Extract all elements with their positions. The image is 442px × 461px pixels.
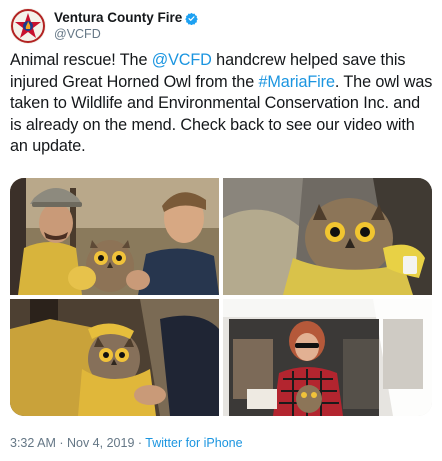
tweet-text-segment: Animal rescue! The <box>10 51 152 69</box>
photo-owl-held[interactable] <box>10 299 219 416</box>
display-name[interactable]: Ventura County Fire <box>54 10 182 26</box>
fire-department-logo-icon <box>10 8 46 44</box>
separator: · <box>134 436 146 450</box>
tweet-date[interactable]: Nov 4, 2019 <box>67 436 134 450</box>
avatar[interactable] <box>10 8 46 44</box>
hashtag-link[interactable]: #MariaFire <box>259 73 335 91</box>
photo-woman-in-car[interactable] <box>223 299 432 416</box>
account-names: Ventura County Fire @VCFD <box>54 10 199 42</box>
tweet-time[interactable]: 3:32 AM <box>10 436 56 450</box>
separator: · <box>55 436 67 450</box>
photo-firefighters-with-owl[interactable] <box>10 178 219 295</box>
tweet-footer: 3:32 AM · Nov 4, 2019 · Twitter for iPho… <box>10 436 243 450</box>
tweet-header: Ventura County Fire @VCFD <box>10 6 199 46</box>
photo-owl-closeup[interactable] <box>223 178 432 295</box>
account-handle[interactable]: @VCFD <box>54 26 198 42</box>
display-name-row[interactable]: Ventura County Fire <box>54 10 199 26</box>
tweet-text: Animal rescue! The @VCFD handcrew helped… <box>10 50 434 158</box>
tweet: Ventura County Fire @VCFD Animal rescue!… <box>0 0 442 461</box>
mention-link[interactable]: @VCFD <box>152 51 212 69</box>
verified-badge-icon <box>185 12 199 25</box>
media-grid <box>10 178 432 416</box>
source-app-link[interactable]: Twitter for iPhone <box>145 436 242 450</box>
